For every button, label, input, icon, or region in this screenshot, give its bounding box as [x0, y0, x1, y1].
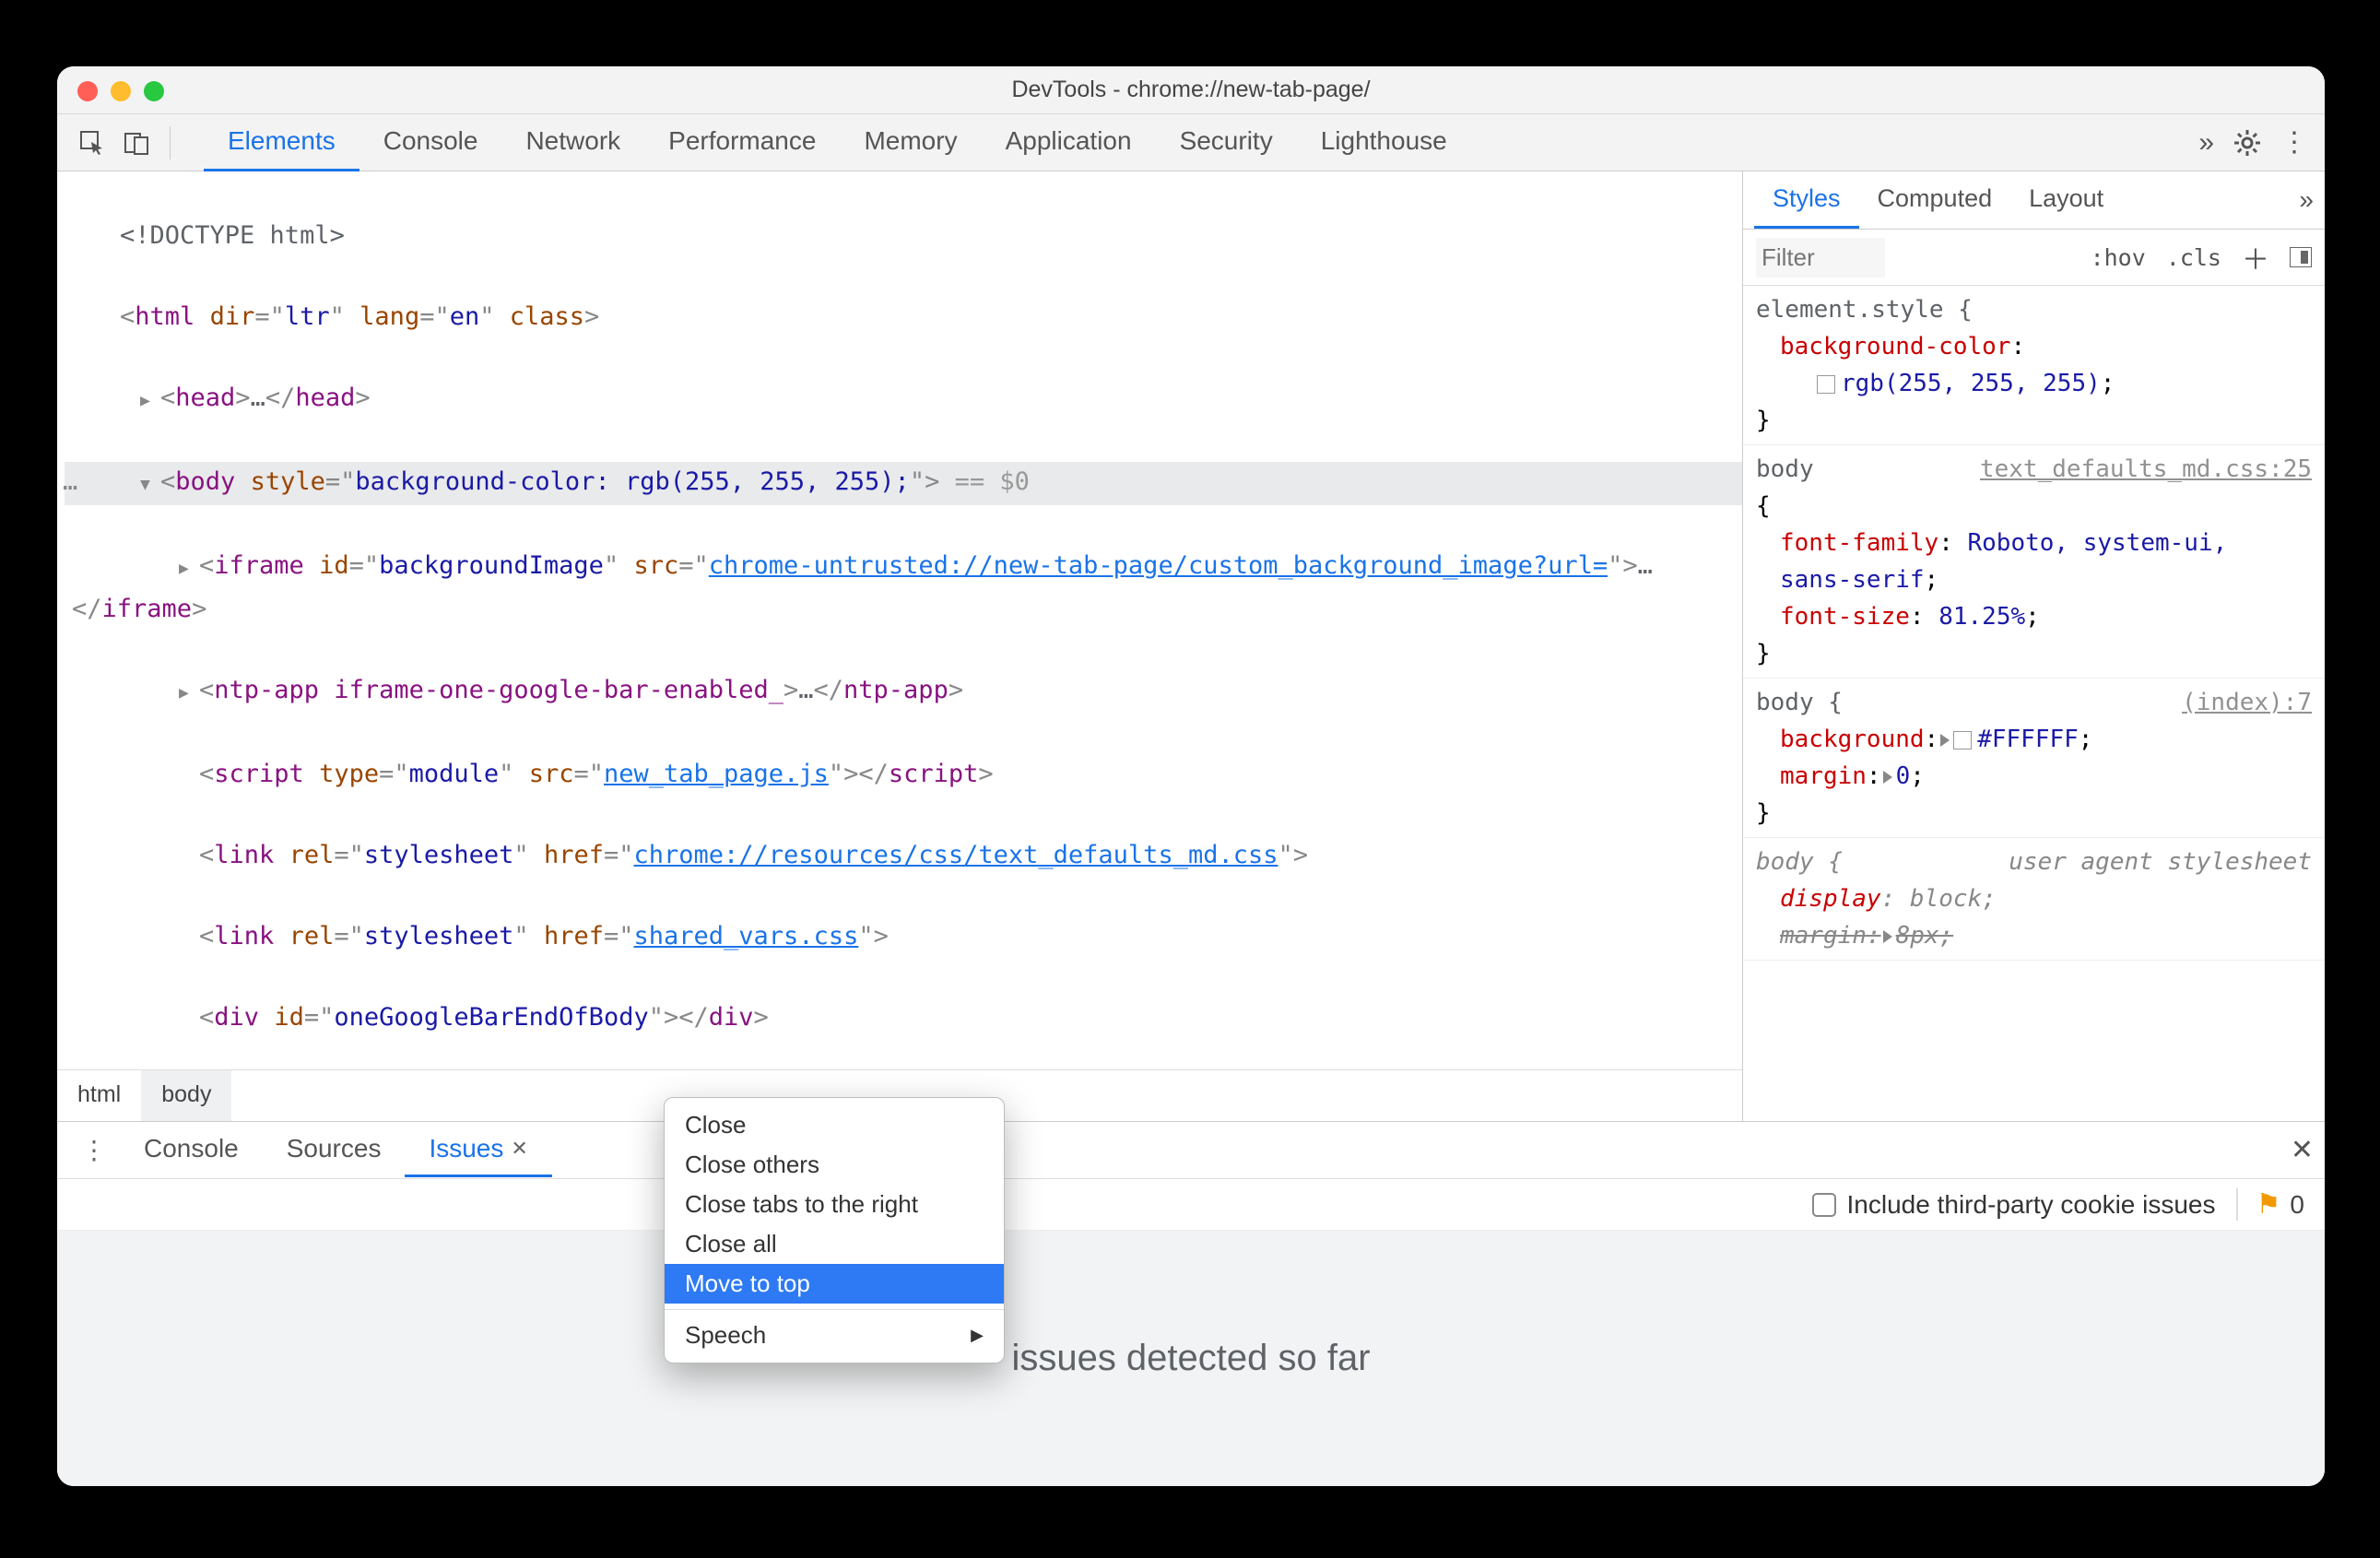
drawer-toolbar: Include third-party cookie issues ⚑0	[57, 1179, 2325, 1231]
rule-selector[interactable]: element.style {	[1756, 291, 2312, 328]
minimize-window[interactable]	[111, 81, 131, 101]
ctx-speech[interactable]: Speech▶	[665, 1316, 1004, 1355]
cls-toggle[interactable]: .cls	[2166, 244, 2221, 271]
rule-source-ua: user agent stylesheet	[2009, 844, 2312, 880]
title-bar: DevTools - chrome://new-tab-page/	[57, 66, 2325, 114]
include-third-party-checkbox[interactable]: Include third-party cookie issues	[1812, 1190, 2216, 1220]
tab-layout[interactable]: Layout	[2010, 171, 2122, 229]
tab-performance[interactable]: Performance	[644, 113, 840, 172]
new-rule-icon[interactable]: ＋	[2242, 237, 2269, 277]
drawer-panel: ⋮ Console Sources Issues✕ ✕ Include thir…	[57, 1121, 2325, 1486]
device-toggle-icon[interactable]	[118, 124, 155, 161]
kebab-menu-icon[interactable]: ⋮	[2280, 126, 2308, 159]
styles-rules[interactable]: element.style { background-color:rgb(255…	[1743, 286, 2325, 1121]
drawer-kebab-icon[interactable]: ⋮	[68, 1135, 120, 1165]
drawer-tab-console[interactable]: Console	[120, 1123, 263, 1177]
drawer-tab-sources[interactable]: Sources	[263, 1123, 406, 1177]
window-controls	[77, 81, 164, 101]
warning-icon: ⚑	[2256, 1188, 2281, 1221]
ctx-close-right[interactable]: Close tabs to the right	[665, 1185, 1004, 1224]
ctx-move-to-top[interactable]: Move to top	[665, 1264, 1004, 1304]
sidebar-toggle-icon[interactable]	[2290, 247, 2312, 267]
devtools-window: DevTools - chrome://new-tab-page/ Elemen…	[57, 66, 2325, 1486]
tab-application[interactable]: Application	[982, 113, 1156, 172]
drawer-tab-issues[interactable]: Issues✕	[405, 1123, 551, 1177]
main-toolbar: Elements Console Network Performance Mem…	[57, 114, 2325, 171]
panel-tabs: Elements Console Network Performance Mem…	[204, 113, 2191, 172]
settings-gear-icon[interactable]	[2233, 128, 2262, 158]
rule-source-link[interactable]: text_defaults_md.css:25	[1980, 451, 2312, 488]
rule-source-link[interactable]: (index):7	[2182, 684, 2312, 721]
styles-pane: Styles Computed Layout » :hov .cls ＋ ele…	[1742, 171, 2325, 1121]
hov-toggle[interactable]: :hov	[2091, 244, 2146, 271]
maximize-window[interactable]	[144, 81, 164, 101]
issues-empty-state: issues detected so far	[57, 1231, 2325, 1486]
rule-selector[interactable]: body {	[1756, 689, 1843, 716]
tab-network[interactable]: Network	[501, 113, 644, 172]
more-tabs-icon[interactable]: »	[2198, 127, 2214, 159]
tab-security[interactable]: Security	[1156, 113, 1297, 172]
chevron-right-icon: ▶	[971, 1326, 984, 1345]
crumb-body[interactable]: body	[141, 1070, 231, 1121]
tab-memory[interactable]: Memory	[840, 113, 981, 172]
styles-filter-bar: :hov .cls ＋	[1743, 230, 2325, 286]
tab-lighthouse[interactable]: Lighthouse	[1297, 113, 1471, 172]
tab-styles[interactable]: Styles	[1754, 171, 1859, 229]
inspect-icon[interactable]	[74, 124, 111, 161]
ctx-close-all[interactable]: Close all	[665, 1224, 1004, 1264]
window-title: DevTools - chrome://new-tab-page/	[57, 77, 2325, 103]
close-window[interactable]	[77, 81, 98, 101]
tab-computed[interactable]: Computed	[1859, 171, 2011, 229]
more-styles-icon[interactable]: »	[2299, 185, 2314, 215]
rule-selector[interactable]: body	[1756, 455, 1814, 483]
drawer-tabs: ⋮ Console Sources Issues✕ ✕	[57, 1122, 2325, 1179]
tab-console[interactable]: Console	[359, 113, 502, 172]
dom-body-row[interactable]: <body style="background-color: rgb(255, …	[65, 462, 1742, 505]
ctx-close[interactable]: Close	[665, 1105, 1004, 1145]
rule-selector[interactable]: body {	[1756, 848, 1843, 876]
tab-elements[interactable]: Elements	[204, 113, 359, 172]
elements-panel: <!DOCTYPE html> <html dir="ltr" lang="en…	[57, 171, 1742, 1121]
styles-tabs: Styles Computed Layout »	[1743, 171, 2325, 230]
drawer-close-icon[interactable]: ✕	[2291, 1134, 2314, 1166]
dom-tree[interactable]: <!DOCTYPE html> <html dir="ltr" lang="en…	[57, 171, 1742, 1069]
ctx-close-others[interactable]: Close others	[665, 1145, 1004, 1185]
crumb-html[interactable]: html	[57, 1070, 141, 1121]
styles-filter-input[interactable]	[1756, 238, 1885, 277]
issues-count: ⚑0	[2236, 1188, 2304, 1221]
close-tab-icon[interactable]: ✕	[511, 1137, 527, 1161]
context-menu: Close Close others Close tabs to the rig…	[664, 1097, 1005, 1363]
